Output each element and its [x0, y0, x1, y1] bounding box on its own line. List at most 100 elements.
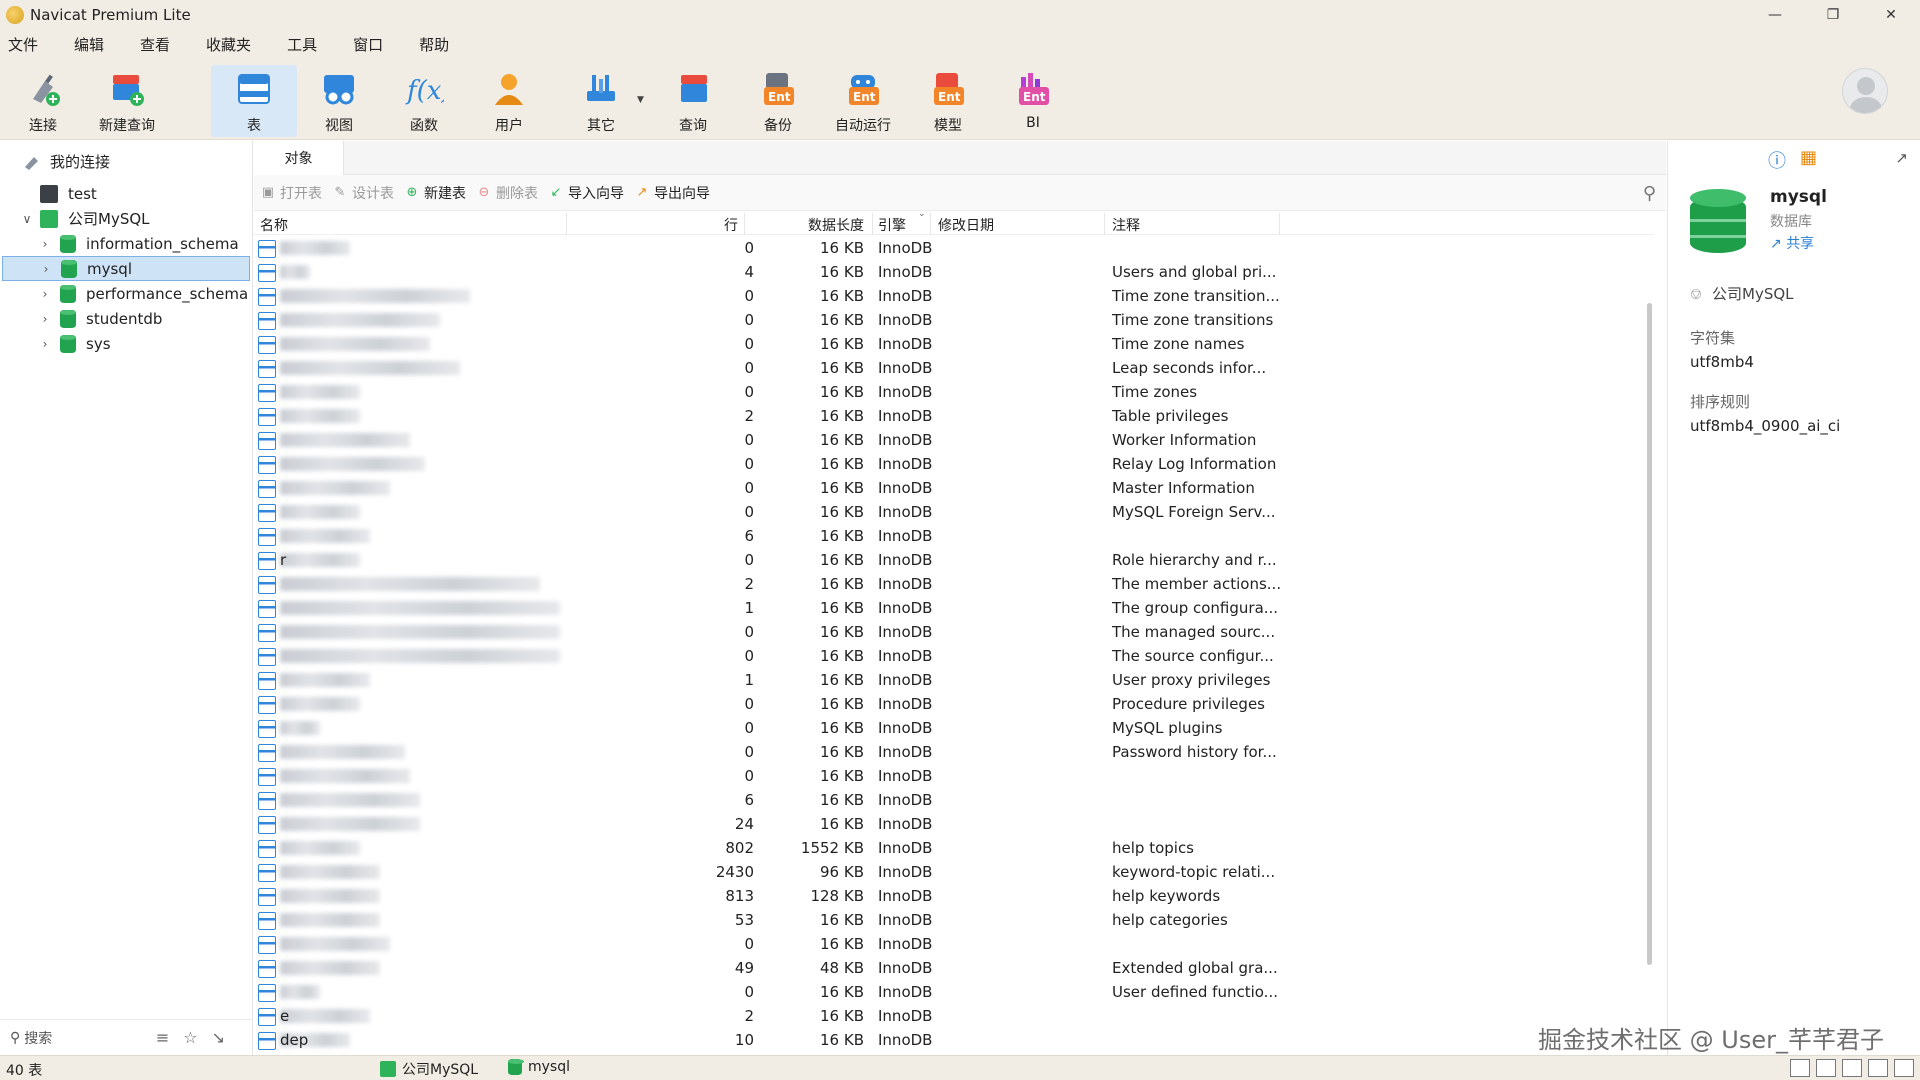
table-row[interactable]: 1 16 KB InnoDB User proxy privileges: [254, 669, 1654, 693]
menu-view[interactable]: 查看: [140, 34, 170, 55]
table-row[interactable]: 0 16 KB InnoDB Leap seconds infor...: [254, 357, 1654, 381]
table-row[interactable]: 6 16 KB InnoDB: [254, 525, 1654, 549]
chevron-right-icon[interactable]: ›: [39, 262, 53, 276]
toolbar-new-query-button[interactable]: 新建查询: [84, 65, 170, 137]
table-row[interactable]: 0 16 KB InnoDB User defined functio...: [254, 981, 1654, 1005]
chevron-right-icon[interactable]: ›: [38, 287, 52, 301]
table-row[interactable]: 2 16 KB InnoDB Table privileges: [254, 405, 1654, 429]
left-pane-toggle-icon[interactable]: [1868, 1059, 1888, 1077]
toolbar-backup-button[interactable]: Ent 备份: [735, 65, 821, 137]
column-header-engine[interactable]: 引擎: [878, 215, 906, 235]
table-row[interactable]: 0 16 KB InnoDB Time zone names: [254, 333, 1654, 357]
right-pane-toggle-icon[interactable]: [1894, 1059, 1914, 1077]
toolbar-query-button[interactable]: 查询: [650, 65, 736, 137]
tab-objects[interactable]: 对象: [254, 141, 344, 175]
menu-window[interactable]: 窗口: [353, 34, 383, 55]
ddl-icon[interactable]: ▦: [1800, 147, 1817, 173]
chevron-right-icon[interactable]: ›: [38, 337, 52, 351]
sidebar-item-company-mysql[interactable]: ∨ 公司MySQL: [0, 206, 253, 231]
table-row[interactable]: 2430 96 KB InnoDB keyword-topic relati...: [254, 861, 1654, 885]
menu-edit[interactable]: 编辑: [74, 34, 104, 55]
column-header-data-length[interactable]: 数据长度: [754, 215, 864, 235]
chevron-right-icon[interactable]: ›: [38, 312, 52, 326]
toolbar-table-button[interactable]: 表: [211, 65, 297, 137]
table-row[interactable]: 0 16 KB InnoDB The managed sourc...: [254, 621, 1654, 645]
info-icon[interactable]: ⓘ: [1768, 147, 1786, 173]
menu-favorites[interactable]: 收藏夹: [206, 34, 251, 55]
expand-icon[interactable]: ↗: [1895, 149, 1908, 167]
table-row[interactable]: 24 16 KB InnoDB: [254, 813, 1654, 837]
sidebar-db-sys[interactable]: › sys: [0, 331, 253, 356]
table-row[interactable]: 0 16 KB InnoDB: [254, 933, 1654, 957]
toolbar-model-button[interactable]: Ent 模型: [905, 65, 991, 137]
collapse-icon[interactable]: ↘: [212, 1028, 225, 1047]
my-connections-header[interactable]: 我的连接: [22, 151, 110, 172]
chevron-right-icon[interactable]: ›: [38, 237, 52, 251]
new-table-button[interactable]: ⊕ 新建表: [404, 183, 466, 203]
minimize-button[interactable]: —: [1746, 0, 1804, 29]
toolbar-user-button[interactable]: 用户: [466, 65, 552, 137]
table-row[interactable]: e 2 16 KB InnoDB: [254, 1005, 1654, 1029]
table-row[interactable]: dep 10 16 KB InnoDB: [254, 1029, 1654, 1053]
sidebar-search[interactable]: ⚲ 搜索 ≡ ☆ ↘: [0, 1019, 253, 1055]
table-row[interactable]: 53 16 KB InnoDB help categories: [254, 909, 1654, 933]
column-header-comment[interactable]: 注释: [1112, 215, 1140, 235]
sidebar-db-mysql[interactable]: › mysql: [2, 256, 250, 281]
table-row[interactable]: 0 16 KB InnoDB MySQL Foreign Serv...: [254, 501, 1654, 525]
sidebar-db-studentdb[interactable]: › studentdb: [0, 306, 253, 331]
toolbar-view-button[interactable]: 视图: [296, 65, 382, 137]
table-row[interactable]: 4 16 KB InnoDB Users and global pri...: [254, 261, 1654, 285]
table-row[interactable]: 1 16 KB InnoDB The group configura...: [254, 597, 1654, 621]
filter-icon[interactable]: ≡: [156, 1028, 169, 1047]
close-button[interactable]: ✕: [1862, 0, 1920, 29]
chevron-down-icon[interactable]: ∨: [20, 212, 34, 226]
share-link[interactable]: ↗ 共享: [1770, 233, 1814, 253]
other-dropdown-caret-icon[interactable]: ▼: [637, 95, 644, 105]
detail-view-icon[interactable]: [1842, 1059, 1862, 1077]
table-row[interactable]: 0 16 KB InnoDB Time zone transitions: [254, 309, 1654, 333]
toolbar-other-button[interactable]: 其它: [558, 65, 644, 137]
avatar[interactable]: [1842, 68, 1888, 114]
table-row[interactable]: 0 16 KB InnoDB Time zones: [254, 381, 1654, 405]
sidebar-item-test[interactable]: test: [0, 181, 253, 206]
design-table-button[interactable]: ✎ 设计表: [332, 183, 394, 203]
vertical-scrollbar[interactable]: [1647, 303, 1652, 965]
import-wizard-button[interactable]: ↙ 导入向导: [548, 183, 624, 203]
table-row[interactable]: 813 128 KB InnoDB help keywords: [254, 885, 1654, 909]
menu-file[interactable]: 文件: [8, 34, 38, 55]
search-input[interactable]: 搜索: [24, 1028, 52, 1048]
toolbar-connect-button[interactable]: 连接: [0, 65, 86, 137]
table-row[interactable]: 802 1552 KB InnoDB help topics: [254, 837, 1654, 861]
sidebar-db-performance-schema[interactable]: › performance_schema: [0, 281, 253, 306]
menu-help[interactable]: 帮助: [419, 34, 449, 55]
menu-tools[interactable]: 工具: [287, 34, 317, 55]
table-row[interactable]: 0 16 KB InnoDB: [254, 765, 1654, 789]
delete-table-button[interactable]: ⊖ 删除表: [476, 183, 538, 203]
table-row[interactable]: 0 16 KB InnoDB: [254, 237, 1654, 261]
toolbar-automation-button[interactable]: Ent 自动运行: [820, 65, 906, 137]
sort-caret-icon[interactable]: ⌄: [918, 213, 926, 219]
column-header-name[interactable]: 名称: [260, 215, 288, 235]
star-icon[interactable]: ☆: [183, 1028, 197, 1047]
table-row[interactable]: 0 16 KB InnoDB Time zone transition...: [254, 285, 1654, 309]
open-table-button[interactable]: ▣ 打开表: [260, 183, 322, 203]
grid-view-icon[interactable]: [1790, 1059, 1810, 1077]
list-view-icon[interactable]: [1816, 1059, 1836, 1077]
table-row[interactable]: 0 16 KB InnoDB MySQL plugins: [254, 717, 1654, 741]
export-wizard-button[interactable]: ↗ 导出向导: [634, 183, 710, 203]
table-row[interactable]: r 0 16 KB InnoDB Role hierarchy and r...: [254, 549, 1654, 573]
toolbar-function-button[interactable]: f(x) 函数: [381, 65, 467, 137]
column-header-rows[interactable]: 行: [658, 215, 738, 235]
table-row[interactable]: 0 16 KB InnoDB Worker Information: [254, 429, 1654, 453]
search-icon[interactable]: ⚲: [1643, 183, 1656, 204]
table-row[interactable]: 0 16 KB InnoDB Relay Log Information: [254, 453, 1654, 477]
table-row[interactable]: 0 16 KB InnoDB The source configur...: [254, 645, 1654, 669]
table-row[interactable]: 0 16 KB InnoDB Master Information: [254, 477, 1654, 501]
column-header-modified[interactable]: 修改日期: [938, 215, 994, 235]
table-row[interactable]: 49 48 KB InnoDB Extended global gra...: [254, 957, 1654, 981]
restore-button[interactable]: ❐: [1804, 0, 1862, 29]
sidebar-db-information-schema[interactable]: › information_schema: [0, 231, 253, 256]
table-row[interactable]: 0 16 KB InnoDB Procedure privileges: [254, 693, 1654, 717]
toolbar-bi-button[interactable]: Ent BI: [990, 65, 1076, 137]
table-row[interactable]: 2 16 KB InnoDB The member actions...: [254, 573, 1654, 597]
